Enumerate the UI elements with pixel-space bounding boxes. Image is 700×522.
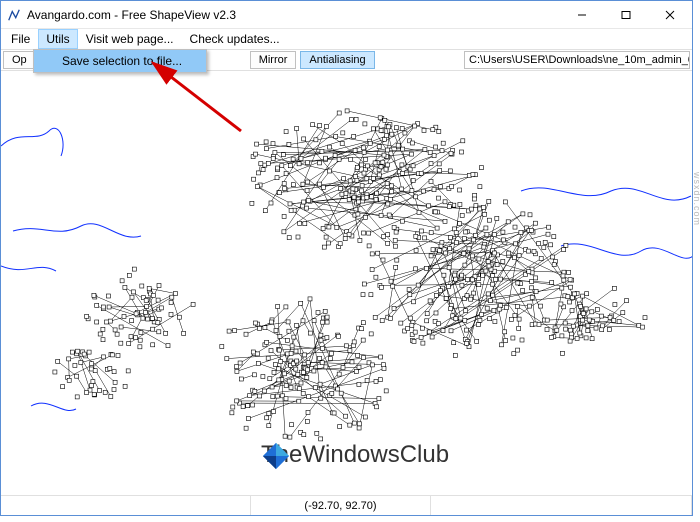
watermark: TheWindowsClub: [261, 441, 449, 469]
statusbar: (-92.70, 92.70): [1, 495, 692, 515]
source-watermark: wsxdn.com: [646, 220, 700, 230]
window-title: Avangardo.com - Free ShapeView v2.3: [27, 8, 236, 22]
maximize-icon: [621, 10, 631, 20]
application-window: Avangardo.com - Free ShapeView v2.3 File…: [0, 0, 693, 516]
minimize-button[interactable]: [560, 1, 604, 29]
toolbar-op-button[interactable]: Op: [3, 51, 36, 69]
status-cell-left: [1, 496, 251, 515]
minimize-icon: [577, 10, 587, 20]
app-icon: [7, 8, 21, 22]
file-path-field[interactable]: C:\Users\USER\Downloads\ne_10m_admin_0_b…: [464, 51, 690, 69]
close-icon: [665, 10, 675, 20]
annotation-arrow: [41, 21, 301, 181]
menu-file[interactable]: File: [3, 29, 38, 49]
maximize-button[interactable]: [604, 1, 648, 29]
status-coordinates: (-92.70, 92.70): [251, 496, 431, 515]
toolbar-antialiasing-button[interactable]: Antialiasing: [300, 51, 374, 69]
close-button[interactable]: [648, 1, 692, 29]
windowsclub-logo-icon: [261, 441, 291, 471]
status-cell-right: [431, 496, 692, 515]
